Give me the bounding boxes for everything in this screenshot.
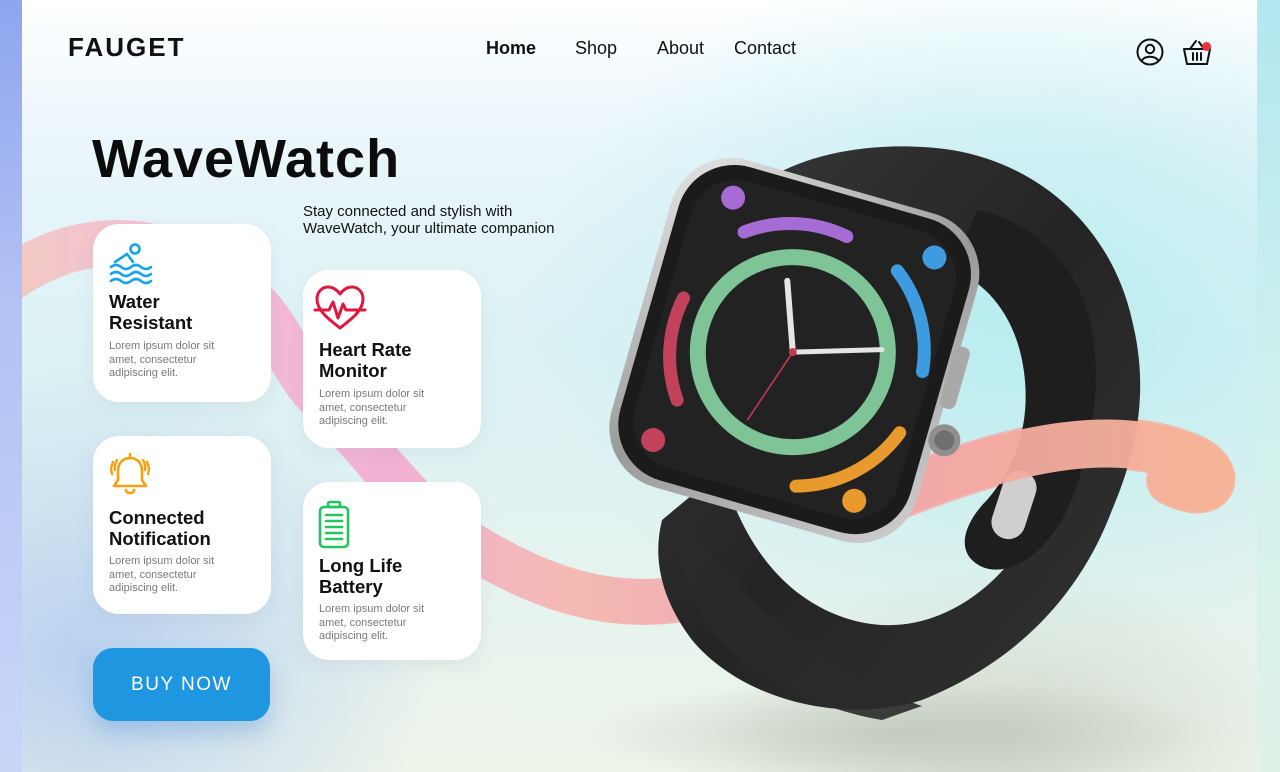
left-edge-strip <box>0 0 22 772</box>
landing-page: FAUGET Home Shop About Contact WaveWatch… <box>22 0 1257 772</box>
right-edge-strip <box>1257 0 1280 772</box>
smartwatch-illustration <box>582 146 1234 772</box>
